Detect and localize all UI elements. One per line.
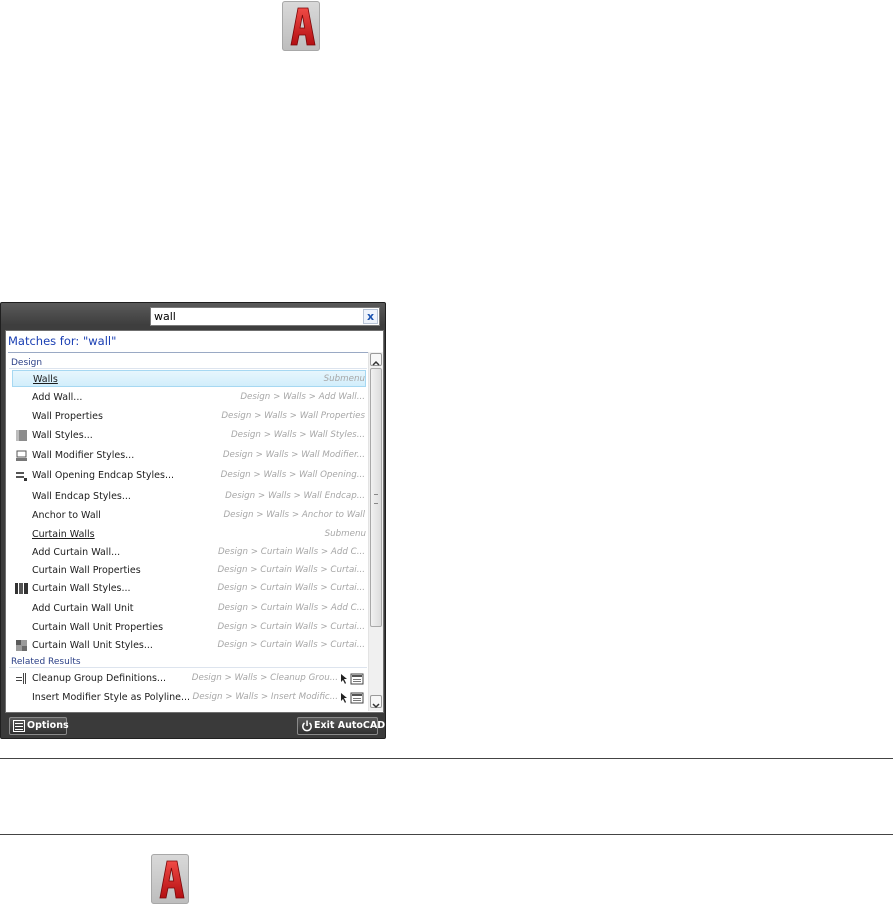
result-row-add-wall[interactable]: Add Wall... Design > Walls > Add Wall...	[12, 389, 366, 406]
row-label: Add Curtain Wall...	[32, 547, 121, 558]
search-results-panel: Matches for: "wall" Design Walls Submenu…	[5, 330, 384, 713]
clear-search-button[interactable]: x	[363, 309, 378, 324]
style-manager-icon	[340, 673, 364, 685]
application-menu: x Matches for: "wall" Design Walls Subme…	[0, 302, 386, 739]
row-label: Cleanup Group Definitions...	[32, 673, 166, 684]
result-row-walls[interactable]: Walls Submenu	[12, 370, 366, 387]
autocad-logo-icon	[282, 1, 320, 51]
options-icon	[13, 720, 25, 732]
row-path: Design > Walls > Wall Endcap...	[225, 491, 365, 501]
cleanup-group-icon	[15, 672, 28, 685]
result-row-curtain-wall-styles[interactable]: Curtain Wall Styles... Design > Curtain …	[12, 580, 366, 597]
results-list: Design Walls Submenu Add Wall... Design …	[6, 353, 367, 712]
row-path: Design > Walls > Wall Opening...	[220, 470, 365, 480]
result-row-wall-endcap-styles[interactable]: Wall Endcap Styles... Design > Walls > W…	[12, 488, 366, 505]
chevron-down-icon	[372, 703, 380, 709]
result-row-wall-modifier-styles[interactable]: Wall Modifier Styles... Design > Walls >…	[12, 447, 366, 464]
autocad-logo-icon	[151, 854, 189, 904]
wall-style-icon	[15, 429, 28, 442]
scroll-thumb[interactable]	[370, 368, 382, 627]
divider-line	[0, 834, 893, 835]
exit-label: Exit AutoCAD	[314, 720, 386, 731]
row-path: Submenu	[323, 374, 365, 384]
row-path: Design > Curtain Walls > Add C...	[217, 603, 365, 613]
group-label-related-results: Related Results	[11, 657, 81, 667]
curtain-wall-style-icon	[15, 582, 28, 595]
row-label: Wall Endcap Styles...	[32, 491, 131, 502]
search-input[interactable]	[154, 308, 359, 325]
row-label: Anchor to Wall	[32, 510, 101, 521]
row-path: Design > Curtain Walls > Add C...	[217, 547, 365, 557]
result-row-anchor-to-wall[interactable]: Anchor to Wall Design > Walls > Anchor t…	[12, 507, 366, 524]
row-path: Design > Curtain Walls > Curtai...	[217, 640, 365, 650]
row-label: Walls	[33, 374, 58, 385]
row-label: Curtain Wall Properties	[32, 565, 141, 576]
row-label: Wall Properties	[32, 411, 103, 422]
row-path: Design > Walls > Insert Modific...	[192, 692, 338, 702]
result-row-wall-opening-endcap-styles[interactable]: Wall Opening Endcap Styles... Design > W…	[12, 467, 366, 484]
divider-line	[0, 758, 893, 759]
row-path: Design > Walls > Wall Properties	[221, 411, 365, 421]
result-row-wall-styles[interactable]: Wall Styles... Design > Walls > Wall Sty…	[12, 427, 366, 444]
result-row-add-curtain-wall-unit[interactable]: Add Curtain Wall Unit Design > Curtain W…	[12, 600, 366, 617]
row-label: Curtain Wall Unit Styles...	[32, 640, 153, 651]
result-row-curtain-wall-properties[interactable]: Curtain Wall Properties Design > Curtain…	[12, 562, 366, 579]
result-row-cleanup-group-definitions[interactable]: Cleanup Group Definitions... Design > Wa…	[12, 670, 366, 687]
style-manager-icon	[340, 692, 364, 704]
options-button[interactable]: Options	[9, 717, 69, 735]
row-path: Design > Curtain Walls > Curtai...	[217, 565, 365, 575]
exit-autocad-button[interactable]: Exit AutoCAD	[297, 717, 385, 735]
row-label: Curtain Walls	[32, 529, 95, 540]
row-label: Wall Styles...	[32, 430, 93, 441]
row-path: Submenu	[324, 529, 366, 539]
group-label-design: Design	[11, 358, 43, 368]
row-label: Curtain Wall Styles...	[32, 583, 131, 594]
row-path: Design > Walls > Add Wall...	[240, 392, 365, 402]
row-label: Wall Modifier Styles...	[32, 450, 135, 461]
result-row-add-curtain-wall[interactable]: Add Curtain Wall... Design > Curtain Wal…	[12, 544, 366, 561]
search-box: x	[150, 307, 380, 326]
result-row-wall-properties[interactable]: Wall Properties Design > Walls > Wall Pr…	[12, 408, 366, 425]
group-divider	[9, 368, 367, 369]
scroll-grip	[374, 494, 378, 504]
row-path: Design > Curtain Walls > Curtai...	[217, 583, 365, 593]
row-label: Add Curtain Wall Unit	[32, 603, 134, 614]
row-path: Design > Walls > Wall Modifier...	[222, 450, 365, 460]
result-row-curtain-walls[interactable]: Curtain Walls Submenu	[12, 526, 366, 543]
wall-opening-endcap-icon	[15, 469, 28, 482]
power-icon	[302, 720, 312, 732]
wall-modifier-icon	[15, 449, 28, 462]
row-label: Insert Modifier Style as Polyline...	[32, 692, 191, 703]
results-scrollbar[interactable]	[368, 352, 383, 711]
row-label: Add Wall...	[32, 392, 83, 403]
row-label: Wall Opening Endcap Styles...	[32, 470, 175, 481]
row-path: Design > Walls > Anchor to Wall	[223, 510, 365, 520]
row-path: Design > Walls > Cleanup Grou...	[191, 673, 338, 683]
scroll-up-button[interactable]	[370, 353, 382, 366]
row-path: Design > Walls > Wall Styles...	[230, 430, 365, 440]
row-label: Curtain Wall Unit Properties	[32, 622, 164, 633]
options-label: Options	[27, 720, 69, 731]
result-row-insert-modifier-style[interactable]: Insert Modifier Style as Polyline... Des…	[12, 689, 366, 706]
matches-header: Matches for: "wall"	[8, 334, 117, 348]
result-row-curtain-wall-unit-properties[interactable]: Curtain Wall Unit Properties Design > Cu…	[12, 619, 366, 636]
group-divider	[9, 667, 367, 668]
curtain-wall-unit-style-icon	[15, 639, 28, 652]
result-row-curtain-wall-unit-styles[interactable]: Curtain Wall Unit Styles... Design > Cur…	[12, 637, 366, 654]
row-path: Design > Curtain Walls > Curtai...	[217, 622, 365, 632]
scroll-down-button[interactable]	[370, 695, 382, 709]
